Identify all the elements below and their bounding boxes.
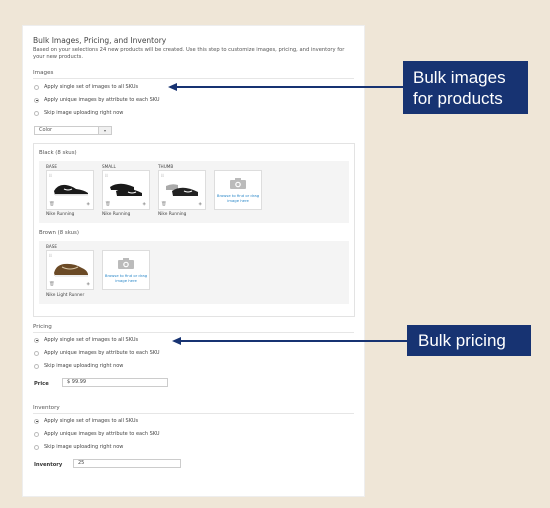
images-option-skip[interactable]: Skip image uploading right now <box>34 110 123 116</box>
group-label-brown: Brown (8 skus) <box>39 230 79 236</box>
role-label: SMALL <box>102 164 116 169</box>
image-group-brown: BASE ⠿ 🗑 ◈ Nike Light Runner Browse to f… <box>39 241 349 304</box>
option-label: Apply single set of images to all SKUs <box>44 418 139 424</box>
shoe-image <box>54 263 88 277</box>
shoe-image <box>166 184 198 196</box>
image-tile[interactable]: ⠿ 🗑 ◈ <box>102 170 150 210</box>
chevron-down-icon[interactable]: ▾ <box>98 127 111 134</box>
price-input[interactable]: $ 99.99 <box>62 378 168 387</box>
divider <box>33 332 354 333</box>
images-option-single[interactable]: Apply single set of images to all SKUs <box>34 84 138 90</box>
images-option-unique[interactable]: Apply unique images by attribute to each… <box>34 97 160 103</box>
option-label: Skip image uploading right now <box>44 444 124 450</box>
step-description: Based on your selections 24 new products… <box>33 47 345 60</box>
camera-icon <box>230 178 246 189</box>
image-caption: Nike Running <box>102 212 131 217</box>
image-caption: Nike Light Runner <box>46 293 85 298</box>
inventory-option-unique[interactable]: Apply unique images by attribute to each… <box>34 431 160 437</box>
radio-button[interactable] <box>34 431 39 437</box>
drag-handle-icon[interactable]: ⠿ <box>105 173 108 178</box>
callout-line-pricing <box>180 340 408 342</box>
radio-button[interactable] <box>34 110 39 116</box>
select-value: Color <box>39 127 53 133</box>
tag-icon[interactable]: ◈ <box>199 202 202 207</box>
divider <box>33 78 354 79</box>
radio-button[interactable] <box>34 444 39 450</box>
inventory-option-single[interactable]: Apply single set of images to all SKUs <box>34 418 138 424</box>
pricing-option-skip[interactable]: Skip image uploading right now <box>34 363 123 369</box>
image-caption: Nike Running <box>158 212 187 217</box>
inventory-section-label: Inventory <box>33 405 60 411</box>
option-label: Skip image uploading right now <box>44 110 124 116</box>
image-caption: Nike Running <box>46 212 75 217</box>
radio-button[interactable] <box>34 337 39 343</box>
pricing-option-unique[interactable]: Apply unique images by attribute to each… <box>34 350 160 356</box>
trash-icon[interactable]: 🗑 <box>49 282 55 287</box>
tag-icon[interactable]: ◈ <box>87 202 90 207</box>
role-label: THUMB <box>158 164 174 169</box>
trash-icon[interactable]: 🗑 <box>105 202 111 207</box>
option-label: Apply unique images by attribute to each… <box>44 97 160 103</box>
option-label: Apply unique images by attribute to each… <box>44 350 160 356</box>
shoe-image <box>110 183 142 196</box>
drag-handle-icon[interactable]: ⠿ <box>49 253 52 258</box>
image-upload-dropzone[interactable]: Browse to find or drag image here <box>214 170 262 210</box>
camera-icon <box>118 258 134 269</box>
images-section-label: Images <box>33 70 54 76</box>
callout-bulk-images: Bulk images for products <box>403 61 528 114</box>
callout-bulk-pricing: Bulk pricing <box>407 325 531 356</box>
tag-icon[interactable]: ◈ <box>87 282 90 287</box>
role-label: BASE <box>46 244 58 249</box>
bulk-step-panel: Bulk Images, Pricing, and Inventory Base… <box>22 25 365 497</box>
inventory-label: Inventory <box>34 462 63 468</box>
drag-handle-icon[interactable]: ⠿ <box>161 173 164 178</box>
image-tile[interactable]: ⠿ 🗑 ◈ <box>46 250 94 290</box>
radio-button[interactable] <box>34 350 39 356</box>
upload-hint[interactable]: Browse to find or drag image here <box>215 193 261 203</box>
callout-line-images <box>176 86 403 88</box>
inventory-option-skip[interactable]: Skip image uploading right now <box>34 444 123 450</box>
attribute-select[interactable]: Color ▾ <box>34 126 112 135</box>
image-tile[interactable]: ⠿ 🗑 ◈ <box>158 170 206 210</box>
trash-icon[interactable]: 🗑 <box>49 202 55 207</box>
option-label: Apply single set of images to all SKUs <box>44 337 139 343</box>
divider <box>33 413 354 414</box>
image-group-black: BASE ⠿ 🗑 ◈ Nike Running SMALL ⠿ 🗑 ◈ Nike… <box>39 161 349 223</box>
inventory-input[interactable]: 25 <box>73 459 181 468</box>
pricing-section-label: Pricing <box>33 324 52 330</box>
radio-button[interactable] <box>34 363 39 369</box>
trash-icon[interactable]: 🗑 <box>161 202 167 207</box>
radio-button[interactable] <box>34 84 39 90</box>
radio-button[interactable] <box>34 97 39 103</box>
image-tile[interactable]: ⠿ 🗑 ◈ <box>46 170 94 210</box>
tag-icon[interactable]: ◈ <box>143 202 146 207</box>
image-upload-dropzone[interactable]: Browse to find or drag image here <box>102 250 150 290</box>
callout-text: for products <box>413 89 503 108</box>
option-label: Apply unique images by attribute to each… <box>44 431 160 437</box>
group-label-black: Black (8 skus) <box>39 150 77 156</box>
images-by-attribute-box: Black (8 skus) BASE ⠿ 🗑 ◈ Nike Running S… <box>33 143 355 317</box>
drag-handle-icon[interactable]: ⠿ <box>49 173 52 178</box>
callout-text: Bulk images <box>413 68 506 87</box>
radio-button[interactable] <box>34 418 39 424</box>
page-title: Bulk Images, Pricing, and Inventory <box>33 36 167 45</box>
option-label: Apply single set of images to all SKUs <box>44 84 139 90</box>
role-label: BASE <box>46 164 58 169</box>
upload-hint[interactable]: Browse to find or drag image here <box>103 273 149 283</box>
pricing-option-single[interactable]: Apply single set of images to all SKUs <box>34 337 138 343</box>
option-label: Skip image uploading right now <box>44 363 124 369</box>
shoe-image <box>54 184 88 196</box>
price-label: Price <box>34 381 49 387</box>
